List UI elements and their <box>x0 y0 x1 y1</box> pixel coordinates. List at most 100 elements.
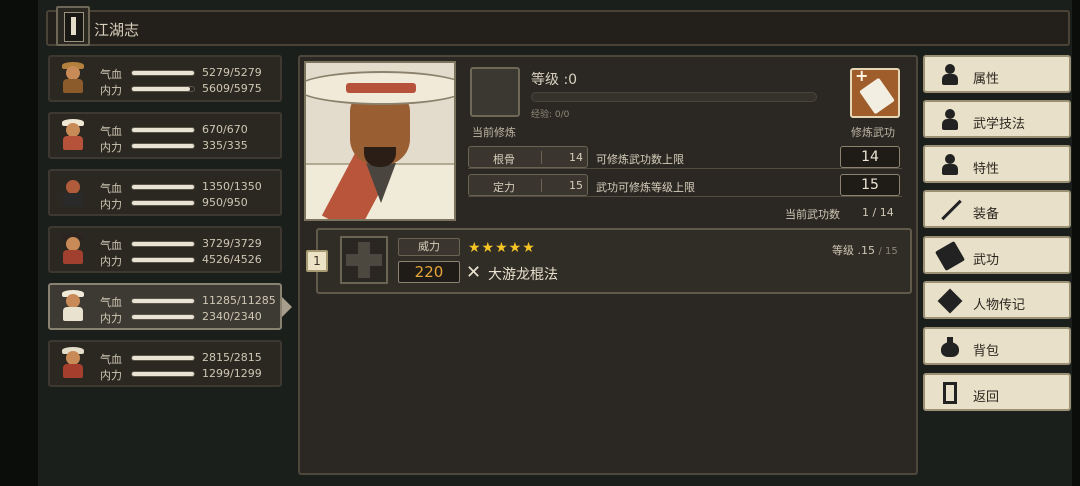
mp-row: 内力 4526/4526 <box>100 253 280 268</box>
hp-row: 气血 3729/3729 <box>100 237 280 252</box>
hp-label: 气血 <box>100 296 122 309</box>
selection-arrow-icon <box>282 297 292 317</box>
attribute-value: 14 <box>541 151 585 164</box>
power-value: 220 <box>398 261 460 283</box>
mp-label: 内力 <box>100 84 122 97</box>
menu-label: 特性 <box>973 162 1000 177</box>
mp-bar <box>131 371 195 377</box>
menu-label: 属性 <box>973 72 1000 87</box>
character-card[interactable]: 气血 670/670 内力 335/335 <box>48 112 282 159</box>
bag-icon <box>939 336 961 358</box>
mp-bar <box>131 86 195 92</box>
book-icon <box>56 6 90 46</box>
menu-label: 背包 <box>973 344 1000 359</box>
mp-row: 内力 5609/5975 <box>100 82 280 97</box>
mp-bar <box>131 200 195 206</box>
menu-inventory-button[interactable]: 背包 <box>923 327 1071 365</box>
mp-bar-fill <box>132 372 194 376</box>
hp-value: 1350/1350 <box>202 180 262 193</box>
hp-label: 气血 <box>100 68 122 81</box>
character-card-selected[interactable]: 气血 11285/11285 内力 2340/2340 <box>48 283 292 330</box>
menu-label: 装备 <box>973 207 1000 222</box>
hp-bar-fill <box>132 242 194 246</box>
mp-value: 950/950 <box>202 196 248 209</box>
hp-bar <box>131 184 195 190</box>
mp-row: 内力 950/950 <box>100 196 280 211</box>
mp-bar-fill <box>132 258 194 262</box>
mp-bar-fill <box>132 87 191 91</box>
avatar <box>56 62 90 96</box>
attribute-cap-box: 14 <box>840 146 900 168</box>
hp-row: 气血 670/670 <box>100 123 280 138</box>
mp-bar <box>131 143 195 149</box>
hp-bar <box>131 70 195 76</box>
cultivate-skill-button[interactable]: + <box>850 66 900 118</box>
sword-icon <box>939 197 965 223</box>
hp-row: 气血 11285/11285 <box>100 294 280 309</box>
hp-value: 5279/5279 <box>202 66 262 79</box>
attribute-value: 15 <box>541 179 585 192</box>
skill-level-max: / 15 <box>878 246 898 257</box>
character-card[interactable]: 气血 2815/2815 内力 1299/1299 <box>48 340 282 387</box>
attribute-name: 定力 <box>493 181 515 194</box>
hp-label: 气血 <box>100 353 122 366</box>
book-icon <box>934 240 966 272</box>
star-rating: ★★★★★ <box>468 240 536 256</box>
menu-martial-arts-button[interactable]: 武功 <box>923 236 1071 274</box>
person-trait-icon <box>939 154 961 176</box>
hp-row: 气血 5279/5279 <box>100 66 280 81</box>
menu-label: 返回 <box>973 390 1000 405</box>
character-card[interactable]: 气血 5279/5279 内力 5609/5975 <box>48 55 282 102</box>
person-skill-icon <box>939 109 961 131</box>
mp-row: 内力 1299/1299 <box>100 367 280 382</box>
menu-biography-button[interactable]: 人物传记 <box>923 281 1071 319</box>
attribute-name: 根骨 <box>493 153 515 166</box>
hp-bar <box>131 355 195 361</box>
mp-bar-fill <box>132 144 194 148</box>
attribute-cap-box: 15 <box>840 174 900 196</box>
hp-value: 3729/3729 <box>202 237 262 250</box>
mp-label: 内力 <box>100 255 122 268</box>
hp-bar-fill <box>132 185 194 189</box>
mp-label: 内力 <box>100 369 122 382</box>
hp-value: 2815/2815 <box>202 351 262 364</box>
mp-label: 内力 <box>100 312 122 325</box>
skill-grid-icon <box>340 236 388 284</box>
avatar <box>56 347 90 381</box>
menu-attributes-button[interactable]: 属性 <box>923 55 1071 93</box>
menu-label: 武学技法 <box>973 117 1026 132</box>
exp-text: 经验: 0/0 <box>531 110 570 120</box>
hp-label: 气血 <box>100 239 122 252</box>
martial-count-label: 当前武功数 <box>785 208 840 221</box>
mp-value: 2340/2340 <box>202 310 262 323</box>
menu-back-button[interactable]: 返回 <box>923 373 1071 411</box>
top-bar <box>46 10 1070 46</box>
character-card[interactable]: 气血 1350/1350 内力 950/950 <box>48 169 282 216</box>
menu-equipment-button[interactable]: 装备 <box>923 190 1071 228</box>
diamond-icon <box>937 288 963 314</box>
attribute-tag: 定力 15 <box>468 174 588 196</box>
staff-weapon-icon: ✕ <box>466 262 482 283</box>
mp-bar-fill <box>132 315 194 319</box>
hp-row: 气血 2815/2815 <box>100 351 280 366</box>
skill-index-badge: 1 <box>306 250 328 272</box>
mp-label: 内力 <box>100 198 122 211</box>
mp-row: 内力 335/335 <box>100 139 280 154</box>
hp-label: 气血 <box>100 182 122 195</box>
hp-value: 11285/11285 <box>202 294 276 307</box>
plus-icon: + <box>855 66 869 85</box>
menu-traits-button[interactable]: 特性 <box>923 145 1071 183</box>
mp-value: 4526/4526 <box>202 253 262 266</box>
menu-martial-techniques-button[interactable]: 武学技法 <box>923 100 1071 138</box>
hp-value: 670/670 <box>202 123 248 136</box>
left-edge <box>0 0 38 486</box>
door-icon <box>939 382 961 404</box>
hp-bar-fill <box>132 71 194 75</box>
skill-level: 等级 .15 / 15 <box>832 242 898 258</box>
character-card[interactable]: 气血 3729/3729 内力 4526/4526 <box>48 226 282 273</box>
hp-bar <box>131 127 195 133</box>
hp-bar-fill <box>132 356 194 360</box>
skill-level-current: 等级 .15 <box>832 244 875 257</box>
current-skill-slot[interactable] <box>470 67 520 117</box>
hp-bar-fill <box>132 128 194 132</box>
